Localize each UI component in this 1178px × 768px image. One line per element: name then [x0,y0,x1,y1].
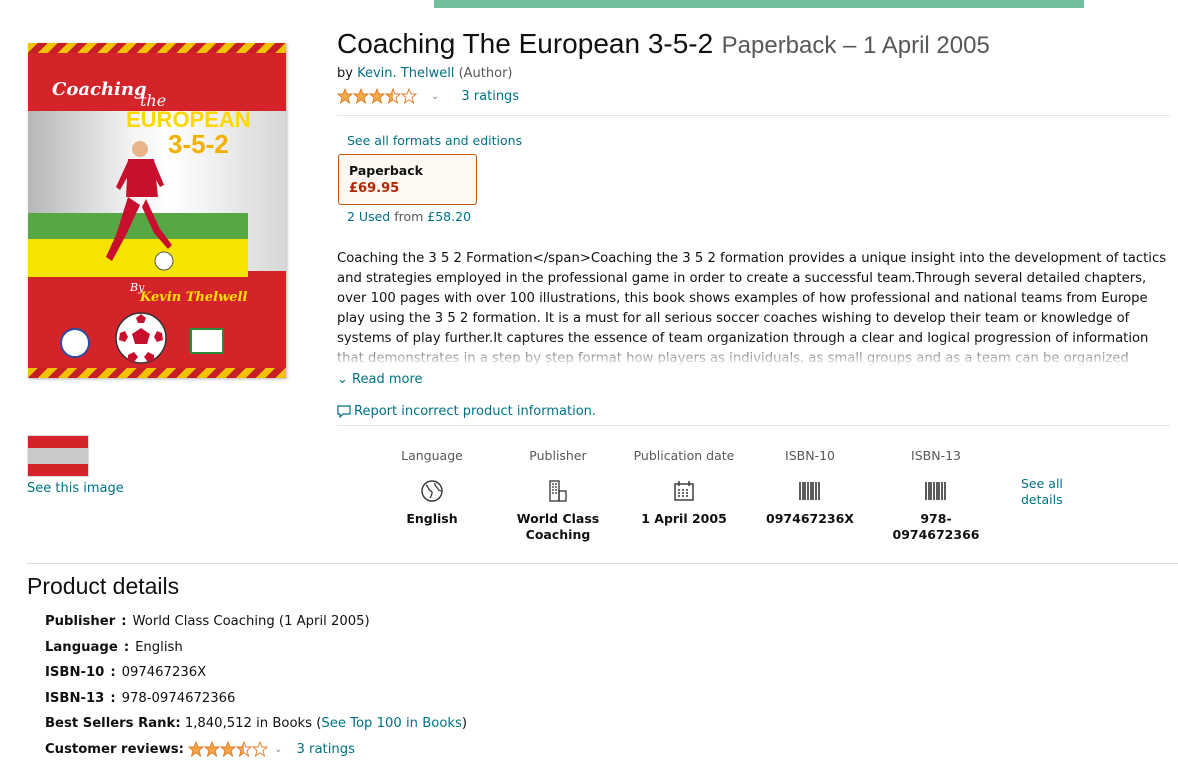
cover-publisher-logo [190,328,224,354]
cover-bottom-stripe [28,368,286,378]
chevron-down-icon[interactable]: ⌄ [431,91,439,102]
ratings-count-link[interactable]: 3 ratings [461,89,519,104]
format-price: £69.95 [349,181,400,196]
product-format-date: Paperback – 1 April 2005 [721,32,990,59]
attribute-label: Publisher [529,448,587,463]
cover-player-illustration [106,141,174,271]
building-icon [503,471,613,511]
detail-label: ISBN-10 [45,665,105,681]
attribute-value: 1 April 2005 [641,511,727,526]
cover-badge-icon [60,328,90,358]
attribute-value: 097467236X [766,511,854,526]
detail-value: World Class Coaching (1 April 2005) [132,614,370,630]
product-title-text: Coaching The European 3-5-2 [337,28,714,59]
detail-value: English [135,639,183,655]
author-role: (Author) [458,66,513,81]
attribute-isbn10: ISBN-10 097467236X [755,448,865,527]
attribute-label: ISBN-10 [785,448,835,463]
read-more-link[interactable]: ⌄ Read more [337,372,423,387]
detail-colon: : [110,690,116,706]
detail-row-best-sellers-rank: Best Sellers Rank: 1,840,512 in Books (S… [45,711,467,737]
star-rating-icon[interactable] [337,88,419,104]
attribute-value: English [406,511,458,526]
section-divider [27,563,1178,564]
barcode-icon [755,471,865,511]
detail-colon: : [123,639,130,655]
attribute-publisher: Publisher World Class Coaching [503,448,613,543]
byline: by Kevin. Thelwell (Author) [337,66,513,81]
detail-colon: : [110,665,116,681]
calendar-icon [629,471,739,511]
product-details-heading: Product details [27,573,180,599]
detail-label: ISBN-13 [45,690,105,706]
speech-bubble-icon [337,405,351,418]
globe-icon [377,471,487,511]
format-name: Paperback [349,163,423,178]
detail-label: Publisher [45,614,116,630]
image-thumbnail[interactable] [27,435,89,477]
product-details-list: Publisher : World Class Coaching (1 Apri… [45,609,467,762]
chevron-down-icon: ⌄ [337,372,348,387]
used-offers-link[interactable]: 2 Used [347,209,390,224]
format-option-paperback[interactable]: Paperback £69.95 [338,154,477,205]
detail-value: 1,840,512 in Books [184,716,313,732]
soccer-ball-icon [115,312,167,364]
attribute-label: Language [401,448,463,463]
book-cover-image[interactable]: Coaching the EUROPEAN 3-5-2 By Kevin The… [28,43,286,378]
see-this-image-link[interactable]: See this image [27,481,124,496]
detail-colon: : [121,614,127,630]
cover-author: Kevin Thelwell [140,290,248,305]
product-title: Coaching The European 3-5-2 Paperback – … [337,28,990,60]
detail-row-isbn13: ISBN-13 : 978-0974672366 [45,686,467,712]
top-banner-strip [434,0,1084,8]
report-label: Report incorrect product information. [354,404,597,419]
see-all-details-link[interactable]: See all details [1021,476,1081,508]
detail-label: Customer reviews: [45,741,184,757]
attribute-label: Publication date [633,448,735,463]
attribute-value: 978-0974672366 [892,511,980,542]
used-offers: 2 Used from £58.20 [347,209,471,224]
attribute-isbn13: ISBN-13 978-0974672366 [881,448,991,543]
description-fade [337,340,1172,367]
cover-top-stripe [28,43,286,53]
barcode-icon [881,471,991,511]
attribute-value: World Class Coaching [516,511,600,542]
customer-reviews-count-link[interactable]: 3 ratings [296,742,355,757]
divider [337,425,1170,426]
divider [337,115,1170,116]
see-top-100-link[interactable]: See Top 100 in Books [321,716,462,731]
star-rating-icon[interactable] [188,741,270,758]
cover-title-coaching: Coaching [52,79,147,100]
read-more-label: Read more [352,372,423,387]
used-from-text: from [394,209,424,224]
detail-value: 097467236X [121,665,207,681]
chevron-down-icon[interactable]: ⌄ [274,744,282,755]
detail-label: Best Sellers Rank: [45,716,181,732]
detail-row-publisher: Publisher : World Class Coaching (1 Apri… [45,609,467,635]
detail-row-language: Language : English [45,635,467,661]
author-link[interactable]: Kevin. Thelwell [357,66,454,81]
detail-row-isbn10: ISBN-10 : 097467236X [45,660,467,686]
attribute-language: Language English [377,448,487,527]
by-prefix: by [337,66,353,81]
see-all-formats-link[interactable]: See all formats and editions [347,133,522,148]
used-price-link[interactable]: £58.20 [427,209,471,224]
detail-value: 978-0974672366 [121,690,236,706]
close-paren: ) [461,716,468,732]
rating-summary: ⌄ 3 ratings [337,88,519,104]
report-incorrect-info-link[interactable]: Report incorrect product information. [337,404,596,419]
detail-row-customer-reviews: Customer reviews: ⌄ 3 ratings [45,737,467,763]
detail-label: Language [45,639,118,655]
attribute-label: ISBN-13 [911,448,961,463]
attribute-publication-date: Publication date 1 April 2005 [629,448,739,527]
